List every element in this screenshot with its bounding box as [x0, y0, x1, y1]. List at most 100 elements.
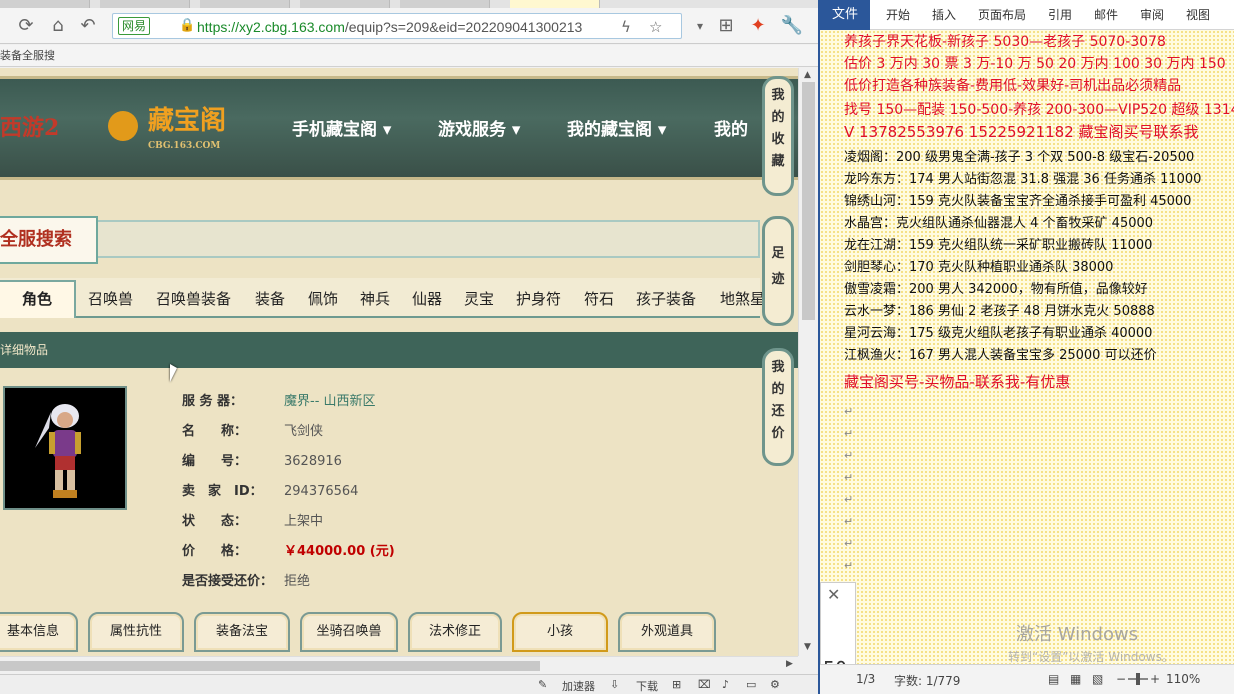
ribbon-tab-insert[interactable]: 插入	[932, 0, 956, 30]
doc-line[interactable]: 傲雪凌霜：200 男人 342000，物有所值，品像较好	[844, 280, 1148, 300]
doc-line[interactable]: V 13782553976 15225921182 藏宝阁买号联系我	[844, 122, 1199, 142]
browser-tab[interactable]	[200, 0, 290, 8]
subtab-attributes[interactable]: 属性抗性	[88, 612, 184, 652]
tab-earth-star[interactable]: 地煞星	[720, 288, 765, 309]
tab-amulet[interactable]: 护身符	[516, 288, 561, 309]
vertical-scrollbar[interactable]: ▲ ▼	[798, 68, 818, 656]
tools-icon[interactable]: 🔧	[780, 14, 804, 38]
menu-my[interactable]: 我的	[714, 115, 748, 140]
tab-pet[interactable]: 召唤兽	[88, 288, 133, 309]
doc-line[interactable]: 找号 150—配装 150-500-养孩 200-300—VIP520 超级 1…	[844, 100, 1234, 120]
menu-game-service[interactable]: 游戏服务 ▾	[438, 115, 520, 140]
window-icon[interactable]: ▭	[746, 678, 756, 691]
scrollbar-thumb[interactable]	[802, 82, 815, 320]
url-text[interactable]: https://xy2.cbg.163.com/equip?s=209&eid=…	[197, 17, 582, 37]
doc-line[interactable]: 云水一梦：186 男仙 2 老孩子 48 月饼水克火 50888	[844, 302, 1155, 322]
subtab-mount-pet[interactable]: 坐骑召唤兽	[300, 612, 398, 652]
web-layout-icon[interactable]: ▧	[1092, 672, 1103, 686]
doc-line[interactable]: 养孩子界天花板-新孩子 5030—老孩子 5070-3078	[844, 32, 1166, 52]
browser-tab[interactable]	[300, 0, 390, 8]
doc-line[interactable]: 藏宝阁买号-买物品-联系我-有优惠	[844, 372, 1070, 392]
download-label[interactable]: 下载	[636, 678, 658, 694]
home-icon[interactable]: ⌂	[46, 14, 70, 38]
subtab-equipment[interactable]: 装备法宝	[194, 612, 290, 652]
subtab-basic-info[interactable]: 基本信息	[0, 612, 78, 652]
back-icon[interactable]: ↶	[76, 14, 100, 38]
tab-treasure[interactable]: 灵宝	[464, 288, 494, 309]
shield-icon[interactable]: ✎	[538, 678, 547, 691]
ribbon-tab-references[interactable]: 引用	[1048, 0, 1072, 30]
trash-icon[interactable]: ⌧	[698, 678, 711, 691]
print-layout-icon[interactable]: ▦	[1070, 672, 1081, 686]
dropdown-icon[interactable]: ▾	[688, 14, 712, 38]
address-bar[interactable]: 网易 🔒 https://xy2.cbg.163.com/equip?s=209…	[112, 13, 682, 39]
game-logo[interactable]: 西游2	[0, 103, 80, 153]
browser-tab[interactable]	[100, 0, 190, 8]
menu-my-cbg[interactable]: 我的藏宝阁 ▾	[567, 115, 666, 140]
hscrollbar-thumb[interactable]	[0, 661, 540, 671]
doc-line[interactable]: 低价打造各种族装备-费用低-效果好-司机出品必须精品	[844, 76, 1181, 96]
doc-line[interactable]: 江枫渔火：167 男人混人装备宝宝多 25000 可以还价	[844, 346, 1157, 366]
ribbon-tab-view[interactable]: 视图	[1186, 0, 1210, 30]
doc-line[interactable]: 水晶宫：克火组队通杀仙器混人 4 个畜牧采矿 45000	[844, 214, 1153, 234]
subtab-spell[interactable]: 法术修正	[408, 612, 502, 652]
zoom-in-icon[interactable]: +	[1150, 672, 1160, 686]
browser-tab[interactable]	[400, 0, 490, 8]
gamepad-icon[interactable]: ✦	[746, 14, 770, 38]
side-footprint[interactable]: 足迹	[762, 216, 794, 326]
grid-icon[interactable]: ⊞	[714, 14, 738, 38]
character-portrait[interactable]	[3, 386, 127, 510]
file-tab[interactable]: 文件	[820, 0, 870, 30]
tab-rune[interactable]: 符石	[584, 288, 614, 309]
refresh-icon[interactable]: ⟳	[14, 14, 38, 38]
doc-line[interactable]: 星河云海：175 级克火组队老孩子有职业通杀 40000	[844, 324, 1152, 344]
scroll-up-icon[interactable]: ▲	[804, 70, 811, 80]
word-count[interactable]: 字数: 1/779	[894, 672, 960, 689]
ribbon-tab-layout[interactable]: 页面布局	[978, 0, 1026, 30]
cbg-logo-text: 藏宝阁	[148, 106, 227, 136]
tab-equip[interactable]: 装备	[255, 288, 285, 309]
tab-weapon[interactable]: 神兵	[360, 288, 390, 309]
side-my-offer[interactable]: 我的还价	[762, 348, 794, 466]
document-body[interactable]: 养孩子界天花板-新孩子 5030—老孩子 5070-3078 估价 3 万内 3…	[820, 30, 1234, 664]
browser-tab[interactable]	[0, 0, 90, 8]
zoom-out-icon[interactable]: −	[1116, 672, 1126, 686]
scroll-right-icon[interactable]: ▶	[786, 659, 793, 669]
tab-fairy-item[interactable]: 仙器	[412, 288, 442, 309]
tab-role[interactable]: 角色	[0, 280, 76, 318]
tab-child-equip[interactable]: 孩子装备	[636, 288, 696, 309]
search-bar: 全服搜索	[0, 216, 760, 264]
activation-watermark-sub: 转到“设置”以激活 Windows。	[1008, 650, 1174, 664]
doc-line[interactable]: 龙吟东方：174 男人站街忽混 31.8 强混 36 任务通杀 11000	[844, 170, 1201, 190]
horizontal-scrollbar[interactable]: ▶	[0, 656, 798, 674]
scroll-down-icon[interactable]: ▼	[804, 642, 811, 652]
star-icon[interactable]: ☆	[649, 17, 662, 37]
cbg-logo[interactable]: 藏宝阁 CBG.163.COM	[108, 101, 228, 153]
tab-pet-equip[interactable]: 召唤兽装备	[156, 288, 231, 309]
subtab-appearance[interactable]: 外观道具	[618, 612, 716, 652]
volume-icon[interactable]: ♪	[722, 678, 729, 691]
accelerator-label[interactable]: 加速器	[562, 678, 595, 694]
gear-icon[interactable]: ⚙	[770, 678, 780, 691]
ribbon-tab-review[interactable]: 审阅	[1140, 0, 1164, 30]
menu-mobile-cbg[interactable]: 手机藏宝阁 ▾	[292, 115, 391, 140]
doc-line[interactable]: 锦绣山河：159 克火队装备宝宝齐全通杀接手可盈利 45000	[844, 192, 1191, 212]
ribbon-tab-home[interactable]: 开始	[886, 0, 910, 30]
side-my-collection[interactable]: 我的收藏	[762, 76, 794, 196]
page-indicator[interactable]: 1/3	[856, 672, 875, 686]
doc-line[interactable]: 凌烟阁：200 级男鬼全满-孩子 3 个双 500-8 级宝石-20500	[844, 148, 1194, 168]
subtab-child[interactable]: 小孩	[512, 612, 608, 652]
doc-line[interactable]: 龙在江湖：159 克火组队统一采矿职业搬砖队 11000	[844, 236, 1152, 256]
doc-line[interactable]: 剑胆琴心：170 克火队种植职业通杀队 38000	[844, 258, 1113, 278]
download-arrow-icon[interactable]: ⇩	[610, 678, 619, 691]
tab-accessory[interactable]: 佩饰	[308, 288, 338, 309]
read-mode-icon[interactable]: ▤	[1048, 672, 1059, 686]
zoom-slider-thumb[interactable]	[1136, 673, 1140, 685]
ribbon-tab-mailings[interactable]: 邮件	[1094, 0, 1118, 30]
close-icon[interactable]: ✕	[827, 585, 840, 604]
bookmark-item[interactable]: 装备全服搜	[0, 49, 55, 62]
browser-tab-active[interactable]	[510, 0, 600, 8]
doc-line[interactable]: 估价 3 万内 30 票 3 万-10 万 50 20 万内 100 30 万内…	[844, 54, 1226, 74]
flash-icon[interactable]: ϟ	[621, 17, 631, 37]
plus-icon[interactable]: ⊞	[672, 678, 681, 691]
